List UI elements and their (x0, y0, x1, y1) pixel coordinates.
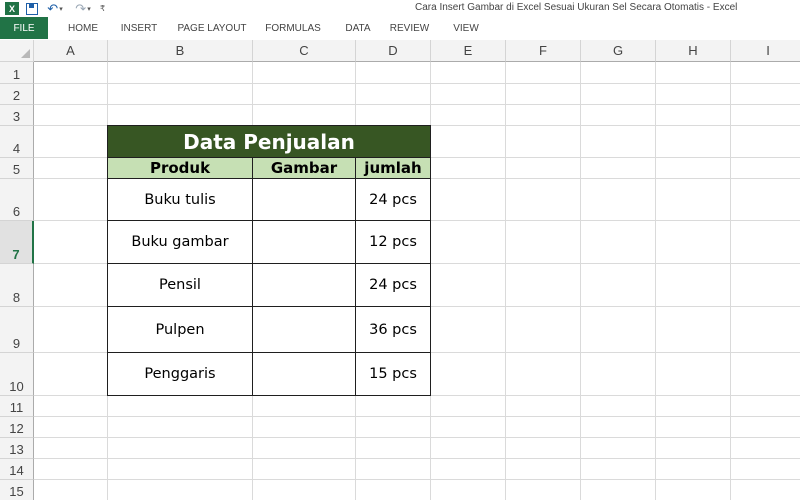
header-jumlah[interactable]: jumlah (355, 157, 431, 179)
undo-icon[interactable]: ↶ ▾ (44, 0, 66, 16)
redo-dropdown-icon[interactable]: ▾ (87, 5, 91, 13)
table-title[interactable]: Data Penjualan (107, 125, 431, 158)
cell-jumlah[interactable]: 24 pcs (355, 178, 431, 221)
row-header-14[interactable]: 14 (0, 459, 34, 480)
select-all-corner[interactable] (0, 40, 34, 62)
cell-produk[interactable]: Pensil (107, 263, 253, 307)
column-header-g[interactable]: G (581, 40, 656, 62)
excel-logo-letter: X (5, 2, 19, 15)
header-produk[interactable]: Produk (107, 157, 253, 179)
tab-review[interactable]: REVIEW (381, 17, 438, 39)
cell-jumlah[interactable]: 15 pcs (355, 352, 431, 396)
gridline-vertical (730, 62, 731, 500)
row-header-11[interactable]: 11 (0, 396, 34, 417)
column-header-h[interactable]: H (656, 40, 731, 62)
cell-jumlah[interactable]: 24 pcs (355, 263, 431, 307)
row-header-15[interactable]: 15 (0, 480, 34, 500)
gridline-horizontal (34, 83, 800, 84)
column-header-a[interactable]: A (34, 40, 108, 62)
gridline-horizontal (34, 104, 800, 105)
cell-gambar[interactable] (252, 306, 356, 353)
row-header-8[interactable]: 8 (0, 264, 34, 307)
row-header-9[interactable]: 9 (0, 307, 34, 353)
tab-view[interactable]: VIEW (444, 17, 488, 39)
row-header-13[interactable]: 13 (0, 438, 34, 459)
cell-gambar[interactable] (252, 352, 356, 396)
cell-produk[interactable]: Buku gambar (107, 220, 253, 264)
row-header-12[interactable]: 12 (0, 417, 34, 438)
header-gambar[interactable]: Gambar (252, 157, 356, 179)
cell-gambar[interactable] (252, 263, 356, 307)
tab-insert[interactable]: INSERT (115, 17, 163, 39)
row-header-6[interactable]: 6 (0, 179, 34, 221)
gridline-horizontal (34, 458, 800, 459)
cell-produk[interactable]: Pulpen (107, 306, 253, 353)
column-header-e[interactable]: E (431, 40, 506, 62)
undo-glyph: ↶ (47, 0, 59, 16)
column-header-c[interactable]: C (253, 40, 356, 62)
tab-home[interactable]: HOME (53, 17, 113, 39)
row-header-10[interactable]: 10 (0, 353, 34, 396)
cell-produk[interactable]: Penggaris (107, 352, 253, 396)
tab-formulas[interactable]: FORMULAS (258, 17, 328, 39)
column-header-b[interactable]: B (108, 40, 253, 62)
gridline-horizontal (34, 437, 800, 438)
redo-glyph: ↷ (75, 0, 87, 16)
gridline-vertical (505, 62, 506, 500)
cell-jumlah[interactable]: 36 pcs (355, 306, 431, 353)
quick-access-toolbar: X ↶ ▾ ↷ ▾ ₹ (0, 0, 105, 17)
column-header-f[interactable]: F (506, 40, 581, 62)
cell-gambar[interactable] (252, 220, 356, 264)
window-title: Cara Insert Gambar di Excel Sesuai Ukura… (415, 2, 738, 13)
worksheet-grid[interactable]: A B C D E F G H I 1 2 3 4 5 6 7 8 9 10 11 12 13 14 15 Data Penju… (0, 40, 800, 500)
row-header-2[interactable]: 2 (0, 84, 34, 105)
redo-icon[interactable]: ↷ ▾ (72, 0, 94, 16)
gridline-vertical (580, 62, 581, 500)
tab-page-layout[interactable]: PAGE LAYOUT (169, 17, 255, 39)
cell-jumlah[interactable]: 12 pcs (355, 220, 431, 264)
save-icon[interactable] (24, 2, 40, 16)
ribbon-tabs: FILE HOME INSERT PAGE LAYOUT FORMULAS DATA REV… (0, 17, 800, 39)
gridline-vertical (655, 62, 656, 500)
cell-produk[interactable]: Buku tulis (107, 178, 253, 221)
row-header-3[interactable]: 3 (0, 105, 34, 126)
customize-icon[interactable]: ₹ (100, 4, 105, 13)
row-header-1[interactable]: 1 (0, 62, 34, 84)
excel-logo-icon[interactable]: X (4, 2, 20, 16)
column-header-d[interactable]: D (356, 40, 431, 62)
column-header-i[interactable]: I (731, 40, 800, 62)
tab-file[interactable]: FILE (0, 17, 48, 39)
row-header-4[interactable]: 4 (0, 126, 34, 158)
save-icon-shape (26, 2, 38, 15)
gridline-horizontal (34, 416, 800, 417)
undo-dropdown-icon[interactable]: ▾ (59, 5, 63, 13)
title-bar: X ↶ ▾ ↷ ▾ ₹ Cara Insert Gambar di Excel … (0, 0, 800, 17)
gridline-horizontal (34, 479, 800, 480)
row-header-5[interactable]: 5 (0, 158, 34, 179)
row-header-7[interactable]: 7 (0, 221, 34, 264)
tab-data[interactable]: DATA (336, 17, 380, 39)
cell-gambar[interactable] (252, 178, 356, 221)
